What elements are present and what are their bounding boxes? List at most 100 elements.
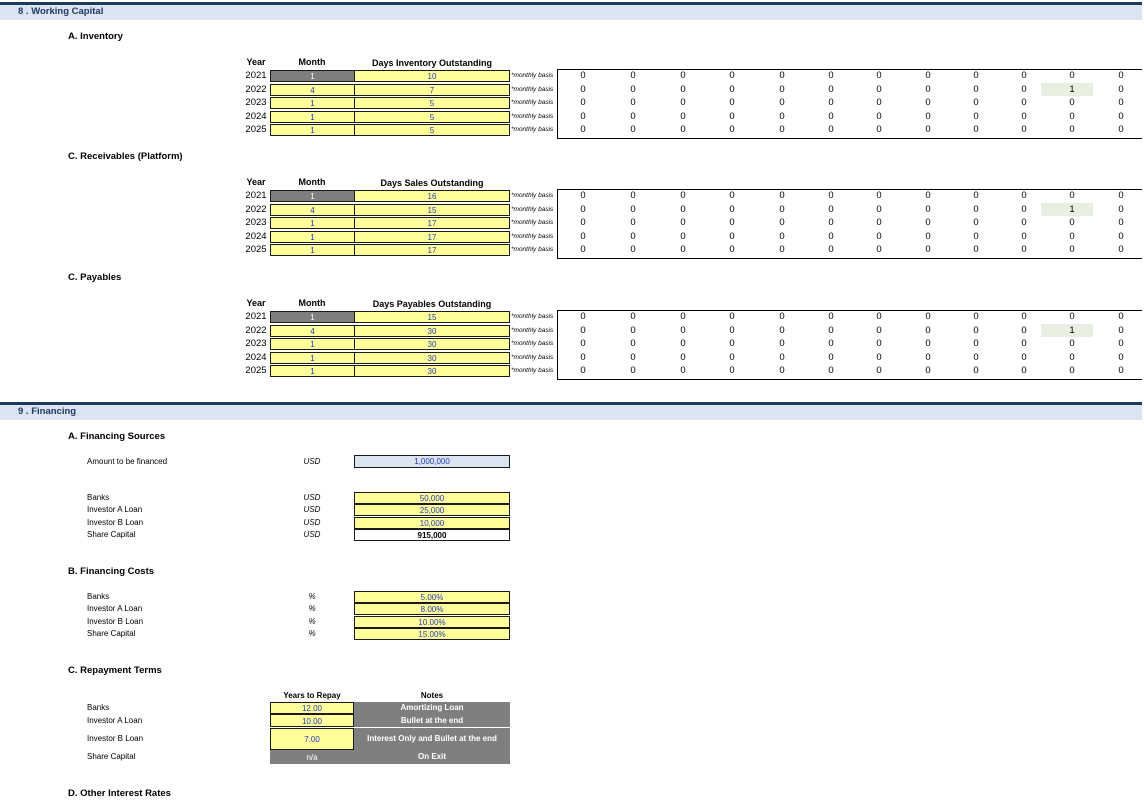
grid-value: 0 <box>828 83 834 95</box>
grid-value: 0 <box>580 190 586 201</box>
days-input[interactable]: 30 <box>354 351 510 364</box>
source-label: Banks <box>87 493 110 502</box>
days-input[interactable]: 15 <box>354 203 510 216</box>
grid-value: 0 <box>630 365 636 377</box>
source-value-field[interactable]: 25,000 <box>354 504 510 517</box>
grid-value: 0 <box>1069 190 1075 201</box>
source-value-field[interactable]: 10,000 <box>354 516 510 529</box>
grid-value: 0 <box>828 324 834 336</box>
year-cell: 2021 <box>245 190 267 201</box>
days-input[interactable]: 7 <box>354 83 510 96</box>
month-input[interactable]: 1 <box>270 190 355 202</box>
grid-value: 0 <box>779 70 785 81</box>
repay-label: Investor B Loan <box>87 734 144 743</box>
grid-value: 0 <box>828 70 834 81</box>
grid-value: 0 <box>680 365 686 377</box>
days-input[interactable]: 30 <box>354 338 510 351</box>
amount-financed-field[interactable]: 1,000,000 <box>354 455 510 468</box>
grid-top-border <box>557 189 1142 190</box>
grid-value: 0 <box>729 311 735 322</box>
grid-value: 0 <box>1118 203 1124 215</box>
monthly-basis-note: *monthly basis <box>511 112 554 120</box>
grid-value: 0 <box>729 124 735 136</box>
grid-value: 0 <box>1021 338 1027 350</box>
grid-value: 0 <box>1021 217 1027 229</box>
grid-value: 0 <box>680 351 686 363</box>
month-input[interactable]: 1 <box>270 124 355 137</box>
block-title: C. Receivables (Platform) <box>68 151 183 162</box>
repay-label: Share Capital <box>87 752 136 761</box>
month-input[interactable]: 1 <box>270 338 355 351</box>
month-input[interactable]: 4 <box>270 324 355 337</box>
grid-value: 0 <box>828 230 834 242</box>
grid-value: 0 <box>630 124 636 136</box>
source-value-field[interactable]: 915,000 <box>354 528 510 541</box>
block-title: A. Inventory <box>68 31 123 42</box>
grid-bottom-border <box>557 138 1142 139</box>
days-input[interactable]: 5 <box>354 124 510 137</box>
years-to-repay-field[interactable]: 12.00 <box>270 702 354 714</box>
grid-value: 0 <box>729 244 735 256</box>
repay-note: Amortizing Loan <box>354 702 510 714</box>
grid-value: 0 <box>779 311 785 322</box>
month-input[interactable]: 1 <box>270 311 355 323</box>
grid-value: 0 <box>925 351 931 363</box>
grid-value: 0 <box>1118 230 1124 242</box>
grid-value: 0 <box>779 97 785 109</box>
grid-value: 0 <box>779 217 785 229</box>
grid-value: 0 <box>973 203 979 215</box>
cost-value-field[interactable]: 8.00% <box>354 603 510 616</box>
grid-value: 0 <box>828 217 834 229</box>
grid-value: 0 <box>680 230 686 242</box>
days-input[interactable]: 17 <box>354 244 510 257</box>
metric-header: Days Payables Outstanding <box>372 299 492 309</box>
month-input[interactable]: 1 <box>270 97 355 110</box>
days-input[interactable]: 15 <box>354 311 510 323</box>
grid-value: 0 <box>973 110 979 122</box>
grid-value: 0 <box>876 83 882 95</box>
grid-value: 0 <box>876 324 882 336</box>
grid-value: 0 <box>973 190 979 201</box>
section-working-capital: 8 . Working Capital <box>0 2 1142 20</box>
source-value-field[interactable]: 50,000 <box>354 492 510 504</box>
days-input[interactable]: 17 <box>354 230 510 243</box>
grid-value: 0 <box>973 70 979 81</box>
grid-value: 0 <box>630 311 636 322</box>
month-input[interactable]: 1 <box>270 351 355 364</box>
month-input[interactable]: 1 <box>270 230 355 243</box>
month-input[interactable]: 1 <box>270 365 355 378</box>
grid-value: 0 <box>1069 230 1075 242</box>
month-input[interactable]: 1 <box>270 70 355 82</box>
grid-value: 0 <box>828 311 834 322</box>
grid-value: 0 <box>925 110 931 122</box>
days-input[interactable]: 16 <box>354 190 510 202</box>
year-cell: 2021 <box>245 311 267 322</box>
grid-value: 0 <box>630 190 636 201</box>
days-input[interactable]: 17 <box>354 217 510 230</box>
grid-value: 0 <box>1021 230 1027 242</box>
cost-value-field[interactable]: 10.00% <box>354 615 510 628</box>
years-to-repay-field[interactable]: 10.00 <box>270 714 354 727</box>
cost-value-field[interactable]: 5.00% <box>354 591 510 603</box>
source-unit: USD <box>303 493 321 502</box>
month-input[interactable]: 1 <box>270 110 355 123</box>
grid-value: 0 <box>580 365 586 377</box>
source-unit: USD <box>303 517 321 527</box>
days-input[interactable]: 5 <box>354 110 510 123</box>
month-input[interactable]: 4 <box>270 203 355 216</box>
grid-value: 0 <box>925 217 931 229</box>
days-input[interactable]: 5 <box>354 97 510 110</box>
grid-value: 0 <box>925 244 931 256</box>
cost-value-field[interactable]: 15.00% <box>354 627 510 640</box>
month-input[interactable]: 4 <box>270 83 355 96</box>
days-input[interactable]: 10 <box>354 70 510 82</box>
month-input[interactable]: 1 <box>270 244 355 257</box>
month-input[interactable]: 1 <box>270 217 355 230</box>
days-input[interactable]: 30 <box>354 324 510 337</box>
days-input[interactable]: 30 <box>354 365 510 378</box>
grid-value: 0 <box>580 110 586 122</box>
years-to-repay-field[interactable]: 7.00 <box>270 728 354 750</box>
grid-value: 0 <box>828 365 834 377</box>
grid-value: 0 <box>876 203 882 215</box>
year-header: Year <box>246 298 266 308</box>
